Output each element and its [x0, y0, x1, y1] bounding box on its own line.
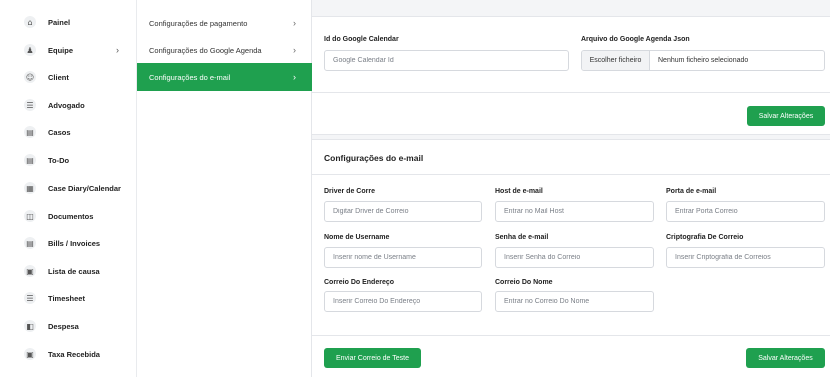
mail-host-input[interactable]	[495, 201, 654, 222]
sidebar-item-label: Casos	[48, 127, 71, 137]
json-file-label: Arquivo do Google Agenda Json	[581, 36, 690, 43]
mail-encryption-label: Criptografia De Correio	[666, 234, 744, 241]
chevron-right-icon: ›	[293, 72, 296, 82]
mail-host-label: Host de e-mail	[495, 188, 543, 195]
sidebar-item-bills[interactable]: ▤ Bills / Invoices	[0, 233, 136, 253]
mail-port-input[interactable]	[666, 201, 825, 222]
calendar-id-input[interactable]	[324, 50, 569, 71]
sidebar-item-label: Equipe	[48, 45, 74, 55]
calendar-icon: ▦	[24, 182, 36, 194]
team-icon: ♟	[24, 44, 36, 56]
mail-port-label: Porta de e-mail	[666, 188, 717, 195]
mail-encryption-input[interactable]	[666, 247, 825, 268]
sidebar-item-label: Painel	[48, 17, 71, 27]
mail-username-input[interactable]	[324, 247, 482, 268]
sidebar-item-label: To-Do	[48, 155, 70, 165]
section-divider	[312, 174, 830, 175]
mail-from-name-input[interactable]	[495, 291, 654, 312]
submenu-item-label: Configurações do e-mail	[149, 72, 231, 82]
mail-from-name-label: Correio Do Nome	[495, 279, 553, 286]
submenu-item-email-settings[interactable]: Configurações do e-mail ›	[137, 63, 312, 91]
submenu-item-google-calendar-settings[interactable]: Configurações do Google Agenda ›	[137, 36, 312, 64]
receipt-icon: ▣	[24, 348, 36, 360]
email-settings-card: Configurações do e-mail Driver de Corre …	[312, 139, 830, 377]
sidebar: ⌂ Painel ♟ Equipe › ☺ Client ☰ Advogado …	[0, 0, 136, 377]
document-icon: ▤	[24, 126, 36, 138]
chevron-right-icon[interactable]: ›	[116, 45, 119, 55]
json-file-input[interactable]: Escolher ficheiro Nenhum ficheiro seleci…	[581, 50, 825, 71]
sidebar-item-label: Bills / Invoices	[48, 238, 101, 248]
submenu-item-payment-settings[interactable]: Configurações de pagamento ›	[137, 9, 312, 37]
timesheet-icon: ☰	[24, 292, 36, 304]
submenu-item-label: Configurações de pagamento	[149, 18, 248, 28]
sidebar-item-label: Advogado	[48, 100, 85, 110]
save-email-settings-button[interactable]: Salvar Alterações	[746, 348, 825, 368]
sidebar-item-documentos[interactable]: ◫ Documentos	[0, 206, 136, 226]
card-divider	[312, 92, 830, 93]
submenu-item-label: Configurações do Google Agenda	[149, 45, 262, 55]
client-icon: ☺	[24, 71, 36, 83]
sidebar-item-taxa-recebida[interactable]: ▣ Taxa Recebida	[0, 344, 136, 364]
google-calendar-card: Id do Google Calendar Arquivo do Google …	[312, 16, 830, 135]
mail-password-input[interactable]	[495, 247, 654, 268]
sidebar-item-despesa[interactable]: ◧ Despesa	[0, 316, 136, 336]
sidebar-item-advogado[interactable]: ☰ Advogado	[0, 95, 136, 115]
sidebar-item-casos[interactable]: ▤ Casos	[0, 122, 136, 142]
sidebar-item-painel[interactable]: ⌂ Painel	[0, 12, 136, 32]
sidebar-item-timesheet[interactable]: ☰ Timesheet	[0, 288, 136, 308]
sidebar-item-todo[interactable]: ▤ To-Do	[0, 150, 136, 170]
chevron-right-icon: ›	[293, 18, 296, 28]
save-google-settings-button[interactable]: Salvar Alterações	[747, 106, 825, 126]
todo-icon: ▤	[24, 154, 36, 166]
mail-driver-label: Driver de Corre	[324, 188, 375, 195]
sidebar-item-case-diary[interactable]: ▦ Case Diary/Calendar	[0, 178, 136, 198]
sidebar-item-label: Case Diary/Calendar	[48, 183, 121, 193]
send-test-email-button[interactable]: Enviar Correio de Teste	[324, 348, 421, 368]
mail-driver-input[interactable]	[324, 201, 482, 222]
main-content: Id do Google Calendar Arquivo do Google …	[312, 0, 830, 377]
list-icon: ☰	[24, 99, 36, 111]
home-icon: ⌂	[24, 16, 36, 28]
sidebar-item-label: Despesa	[48, 321, 79, 331]
invoice-icon: ▤	[24, 237, 36, 249]
mail-from-address-input[interactable]	[324, 291, 482, 312]
clipboard-icon: ▣	[24, 265, 36, 277]
chevron-right-icon: ›	[293, 45, 296, 55]
sidebar-item-label: Documentos	[48, 211, 94, 221]
sidebar-item-label: Client	[48, 72, 69, 82]
sidebar-item-equipe[interactable]: ♟ Equipe ›	[0, 40, 136, 60]
choose-file-button[interactable]: Escolher ficheiro	[582, 51, 650, 70]
sidebar-item-label: Timesheet	[48, 293, 85, 303]
calendar-id-label: Id do Google Calendar	[324, 36, 399, 43]
mail-from-address-label: Correio Do Endereço	[324, 279, 395, 286]
file-icon: ◫	[24, 210, 36, 222]
file-status-text: Nenhum ficheiro selecionado	[658, 57, 749, 64]
sidebar-item-client[interactable]: ☺ Client	[0, 67, 136, 87]
email-section-title: Configurações do e-mail	[324, 153, 424, 163]
settings-submenu: Configurações de pagamento › Configuraçõ…	[136, 0, 312, 377]
footer-divider	[312, 335, 830, 336]
mail-username-label: Nome de Username	[324, 234, 390, 241]
sidebar-item-label: Taxa Recebida	[48, 349, 100, 359]
sidebar-item-label: Lista de causa	[48, 266, 100, 276]
mail-password-label: Senha de e-mail	[495, 234, 549, 241]
expense-icon: ◧	[24, 320, 36, 332]
sidebar-item-lista-de-causa[interactable]: ▣ Lista de causa	[0, 261, 136, 281]
